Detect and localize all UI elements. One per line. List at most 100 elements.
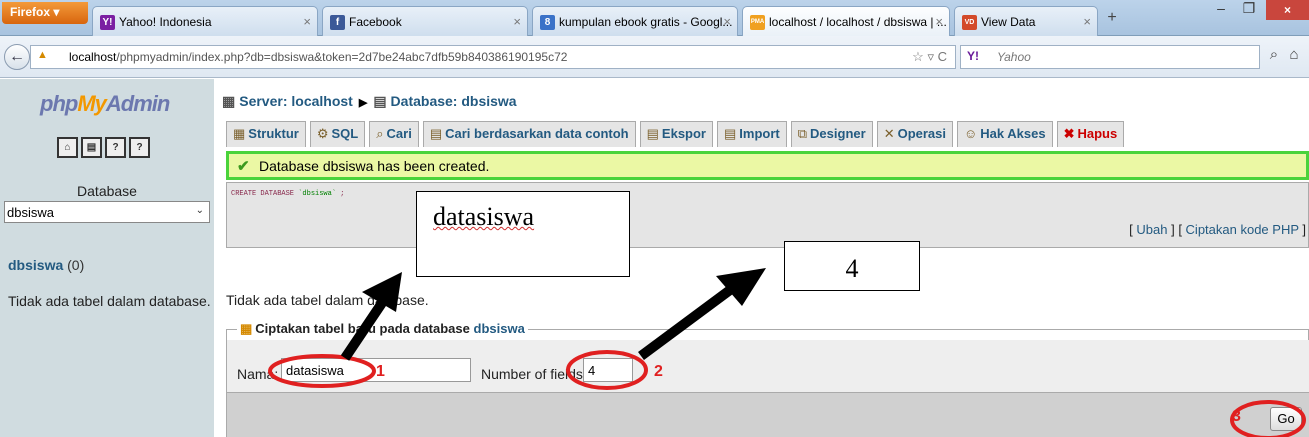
sql-query-icon[interactable]: ▤: [81, 137, 102, 158]
callout-fields-text: 4: [845, 254, 859, 283]
sidebar-icon-row: ⌂ ▤??: [57, 137, 153, 158]
phpmyadmin-logo[interactable]: phpMyAdmin: [40, 91, 170, 117]
success-text: Database dbsiswa has been created.: [259, 158, 490, 174]
phpmyadmin-main: ▦ Server: localhost ▶ ▤ Database: dbsiswa ▦ S…: [214, 79, 1309, 437]
number-of-fields-input[interactable]: 4: [583, 358, 633, 382]
tab-label: SQL: [331, 126, 359, 141]
query-icon: ▤: [429, 126, 443, 141]
minimize-icon[interactable]: –: [1208, 0, 1234, 20]
close-tab-icon[interactable]: ×: [723, 14, 731, 29]
window-close-icon[interactable]: ×: [1266, 0, 1309, 20]
callout-table-name: datasiswa: [416, 191, 630, 277]
tab-title: Facebook: [349, 15, 402, 29]
new-tab-icon[interactable]: +: [1102, 9, 1122, 31]
home-icon[interactable]: ⌂: [57, 137, 78, 158]
sidebar-db-link[interactable]: dbsiswa (0): [8, 257, 84, 273]
tab-label: Designer: [810, 126, 866, 141]
tab-operasi[interactable]: ✕ Operasi: [876, 121, 954, 147]
search-bar[interactable]: Y! Yahoo: [960, 45, 1260, 69]
firefox-menu-label: Firefox: [10, 5, 51, 19]
logo-my: My: [77, 91, 107, 116]
browser-nav-bar: ← ▲ localhost/phpmyadmin/index.php?db=db…: [0, 36, 1309, 78]
close-tab-icon[interactable]: ×: [1083, 14, 1091, 29]
breadcrumb-database[interactable]: Database: dbsiswa: [391, 93, 517, 109]
search-icon[interactable]: ⌕: [1264, 46, 1284, 68]
tab-view-data[interactable]: VD View Data ×: [954, 6, 1098, 36]
breadcrumb-server[interactable]: Server: localhost: [239, 93, 353, 109]
bookmark-star-icon[interactable]: ☆: [912, 49, 924, 64]
search-placeholder: Yahoo: [997, 50, 1031, 64]
server-icon: ▦: [222, 93, 236, 109]
url-host: localhost: [69, 50, 117, 64]
tab-designer[interactable]: ⧉ Designer: [790, 121, 873, 147]
db-link-name: dbsiswa: [8, 257, 64, 273]
tab-label: Ekspor: [661, 126, 706, 141]
tab-query-by-example[interactable]: ▤ Cari berdasarkan data contoh: [422, 121, 636, 147]
breadcrumb: ▦ Server: localhost ▶ ▤ Database: dbsiswa: [222, 93, 517, 110]
site-identity-icon: ▲: [37, 49, 48, 61]
database-select[interactable]: dbsiswa ⌄: [4, 201, 210, 223]
close-tab-icon[interactable]: ×: [935, 14, 943, 29]
firefox-menu-button[interactable]: Firefox ▾: [2, 2, 88, 24]
privileges-icon: ☺: [964, 126, 978, 141]
tab-struktur[interactable]: ▦ Struktur: [226, 121, 306, 147]
facebook-favicon-icon: f: [330, 15, 345, 30]
database-select-value: dbsiswa: [7, 205, 54, 220]
callout-name-text: datasiswa: [433, 202, 535, 231]
export-icon: ▤: [646, 126, 659, 141]
sql-icon: ⚙: [316, 126, 329, 141]
tab-hak-akses[interactable]: ☺ Hak Akses: [957, 121, 1053, 147]
go-button[interactable]: Go: [1270, 407, 1302, 431]
dropdown-icon[interactable]: ▿: [927, 49, 934, 64]
close-tab-icon[interactable]: ×: [303, 14, 311, 29]
callout-field-count: 4: [784, 241, 920, 291]
import-icon: ▤: [724, 126, 737, 141]
tab-title: Yahoo! Indonesia: [119, 15, 212, 29]
tab-phpmyadmin[interactable]: PMA localhost / localhost / dbsiswa | ..…: [742, 6, 950, 36]
table-name-value: datasiswa: [286, 363, 344, 378]
edit-link[interactable]: Ubah: [1136, 222, 1167, 237]
tab-hapus[interactable]: ✖ Hapus: [1056, 121, 1125, 147]
home-icon[interactable]: ⌂: [1284, 46, 1304, 68]
restore-icon[interactable]: ❐: [1236, 0, 1262, 20]
marker-1: 1: [376, 363, 385, 380]
yahoo-favicon-icon: Y!: [100, 15, 115, 30]
docs-help-icon[interactable]: ?: [129, 137, 150, 158]
tab-facebook[interactable]: f Facebook ×: [322, 6, 528, 36]
chevron-down-icon: ⌄: [195, 205, 204, 216]
database-icon: ▤: [373, 93, 387, 109]
back-arrow-icon[interactable]: ←: [4, 44, 30, 70]
sql-string: `dbsiswa`: [298, 190, 337, 198]
tab-google-search[interactable]: 8 kumpulan ebook gratis - Googl... ×: [532, 6, 738, 36]
tab-label: Hapus: [1077, 126, 1118, 141]
db-table-count: (0): [67, 257, 85, 273]
tab-sql[interactable]: ⚙ SQL: [309, 121, 366, 147]
reload-icon[interactable]: C: [938, 49, 947, 64]
yahoo-search-icon: Y!: [967, 49, 979, 63]
tab-title: kumpulan ebook gratis - Googl...: [559, 15, 733, 29]
operations-icon: ✕: [883, 126, 895, 141]
sql-terminator: ;: [340, 190, 345, 198]
url-bar[interactable]: ▲ localhost/phpmyadmin/index.php?db=dbsi…: [30, 45, 956, 69]
tab-yahoo[interactable]: Y! Yahoo! Indonesia ×: [92, 6, 318, 36]
tab-cari[interactable]: ⌕ Cari: [369, 121, 419, 147]
table-name-label: Nama:: [237, 366, 279, 382]
close-tab-icon[interactable]: ×: [513, 14, 521, 29]
no-tables-text: Tidak ada tabel dalam database.: [226, 292, 429, 308]
sql-query-box: CREATE DATABASE `dbsiswa` ; [ Ubah ] [ C…: [226, 182, 1309, 248]
tab-title: View Data: [981, 15, 1036, 29]
sql-links: [ Ubah ] [ Ciptakan kode PHP ]: [1129, 222, 1306, 237]
tab-import[interactable]: ▤ Import: [717, 121, 787, 147]
marker-3: 3: [1232, 408, 1241, 425]
legend-db-name: dbsiswa: [473, 321, 525, 336]
marker-2: 2: [654, 363, 663, 380]
success-message: ✔ Database dbsiswa has been created.: [226, 151, 1309, 180]
create-table-legend: ▦ Ciptakan tabel baru pada database dbsis…: [237, 321, 528, 337]
create-php-code-link[interactable]: Ciptakan kode PHP: [1186, 222, 1299, 237]
search-icon: ⌕: [376, 126, 384, 141]
tab-label: Cari berdasarkan data contoh: [445, 126, 629, 141]
documentation-icon[interactable]: ?: [105, 137, 126, 158]
tab-ekspor[interactable]: ▤ Ekspor: [639, 121, 713, 147]
url-bar-icons: ☆ ▿ C: [912, 49, 947, 65]
tab-label: Struktur: [248, 126, 299, 141]
